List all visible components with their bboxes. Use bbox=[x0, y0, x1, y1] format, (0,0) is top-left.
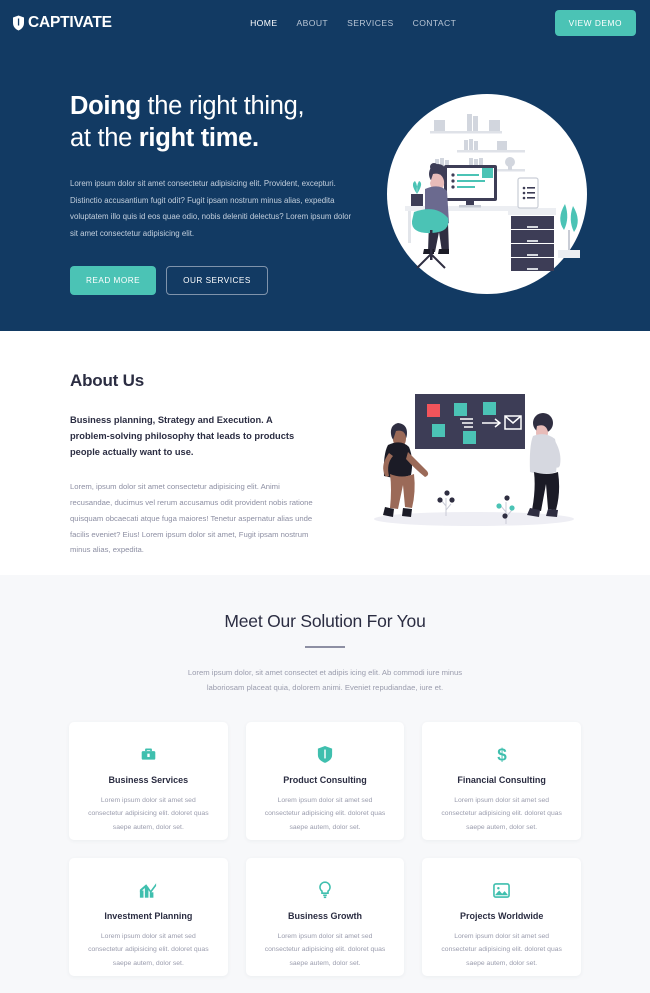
card-title: Product Consulting bbox=[283, 775, 367, 786]
image-icon bbox=[439, 880, 564, 900]
hero-title-rest-1: the right thing, bbox=[140, 92, 305, 120]
hero-illustration bbox=[387, 94, 587, 299]
hero-buttons: READ MORE OUR SERVICES bbox=[70, 266, 360, 295]
card-title: Business Growth bbox=[287, 911, 362, 922]
card-text: Lorem ipsum dolor sit amet sed consectet… bbox=[441, 797, 562, 831]
service-card-projects-worldwide[interactable]: Projects Worldwide Lorem ipsum dolor sit… bbox=[422, 858, 581, 977]
bar-chart-icon bbox=[86, 880, 211, 900]
logo-text: CAPTIVATE bbox=[28, 14, 112, 31]
shield-icon bbox=[12, 15, 25, 31]
read-more-button[interactable]: READ MORE bbox=[70, 266, 157, 295]
solutions-section: Meet Our Solution For You Lorem ipsum do… bbox=[0, 575, 650, 993]
hero-title-bold-1: Doing bbox=[70, 92, 141, 120]
hero-title: Doing the right thing, at the right time… bbox=[70, 90, 360, 154]
card-text: Lorem ipsum dolor sit amet sed consectet… bbox=[441, 933, 562, 967]
service-card-financial-consulting[interactable]: $ Financial Consulting Lorem ipsum dolor… bbox=[422, 722, 581, 841]
service-cards-grid: Business Services Lorem ipsum dolor sit … bbox=[69, 722, 581, 977]
card-title: Business Services bbox=[108, 775, 189, 786]
nav-link-contact[interactable]: CONTACT bbox=[413, 18, 457, 28]
solutions-title: Meet Our Solution For You bbox=[224, 611, 426, 631]
nav-links: HOME ABOUT SERVICES CONTACT bbox=[210, 18, 456, 28]
about-lead: Business planning, Strategy and Executio… bbox=[70, 415, 295, 457]
about-text-block: About Us Business planning, Strategy and… bbox=[70, 371, 320, 575]
nav-link-services[interactable]: SERVICES bbox=[347, 18, 394, 28]
service-card-product-consulting[interactable]: Product Consulting Lorem ipsum dolor sit… bbox=[245, 722, 405, 841]
title-divider bbox=[305, 646, 345, 648]
solutions-subtitle: Lorem ipsum dolor, sit amet consectet et… bbox=[187, 668, 463, 693]
landing-page: CAPTIVATE HOME ABOUT SERVICES CONTACT VI… bbox=[0, 0, 650, 993]
hero-paragraph: Lorem ipsum dolor sit amet consectetur a… bbox=[70, 179, 352, 238]
card-text: Lorem ipsum dolor sit amet sed consectet… bbox=[88, 933, 209, 967]
nav-link-home[interactable]: HOME bbox=[250, 18, 277, 28]
svg-text:$: $ bbox=[497, 745, 507, 763]
hero-section: CAPTIVATE HOME ABOUT SERVICES CONTACT VI… bbox=[0, 0, 650, 331]
dollar-icon: $ bbox=[439, 744, 564, 764]
card-text: Lorem ipsum dolor sit amet sed consectet… bbox=[88, 797, 209, 831]
about-title: About Us bbox=[70, 371, 144, 390]
card-title: Financial Consulting bbox=[457, 775, 546, 786]
nav-link-about[interactable]: ABOUT bbox=[296, 18, 328, 28]
view-demo-button[interactable]: VIEW DEMO bbox=[554, 10, 636, 36]
service-card-investment-planning[interactable]: Investment Planning Lorem ipsum dolor si… bbox=[69, 858, 228, 977]
service-card-business-growth[interactable]: Business Growth Lorem ipsum dolor sit am… bbox=[245, 858, 405, 977]
shield-icon bbox=[263, 744, 388, 764]
service-card-business-services[interactable]: Business Services Lorem ipsum dolor sit … bbox=[69, 722, 228, 841]
card-text: Lorem ipsum dolor sit amet sed consectet… bbox=[264, 933, 386, 967]
hero-text-block: Doing the right thing, at the right time… bbox=[70, 90, 360, 295]
hero-title-rest-2: at the bbox=[70, 124, 139, 153]
site-logo[interactable]: CAPTIVATE bbox=[12, 14, 112, 32]
card-title: Investment Planning bbox=[104, 911, 193, 922]
about-illustration bbox=[360, 388, 588, 541]
hero-title-bold-2: right time. bbox=[138, 124, 259, 153]
card-text: Lorem ipsum dolor sit amet sed consectet… bbox=[264, 797, 386, 831]
about-paragraph: Lorem, ipsum dolor sit amet consectetur … bbox=[70, 481, 313, 555]
lightbulb-icon bbox=[263, 880, 388, 900]
our-services-button[interactable]: OUR SERVICES bbox=[166, 266, 268, 295]
briefcase-icon bbox=[86, 744, 211, 764]
card-title: Projects Worldwide bbox=[459, 911, 544, 922]
main-navigation: CAPTIVATE HOME ABOUT SERVICES CONTACT VI… bbox=[0, 0, 650, 46]
